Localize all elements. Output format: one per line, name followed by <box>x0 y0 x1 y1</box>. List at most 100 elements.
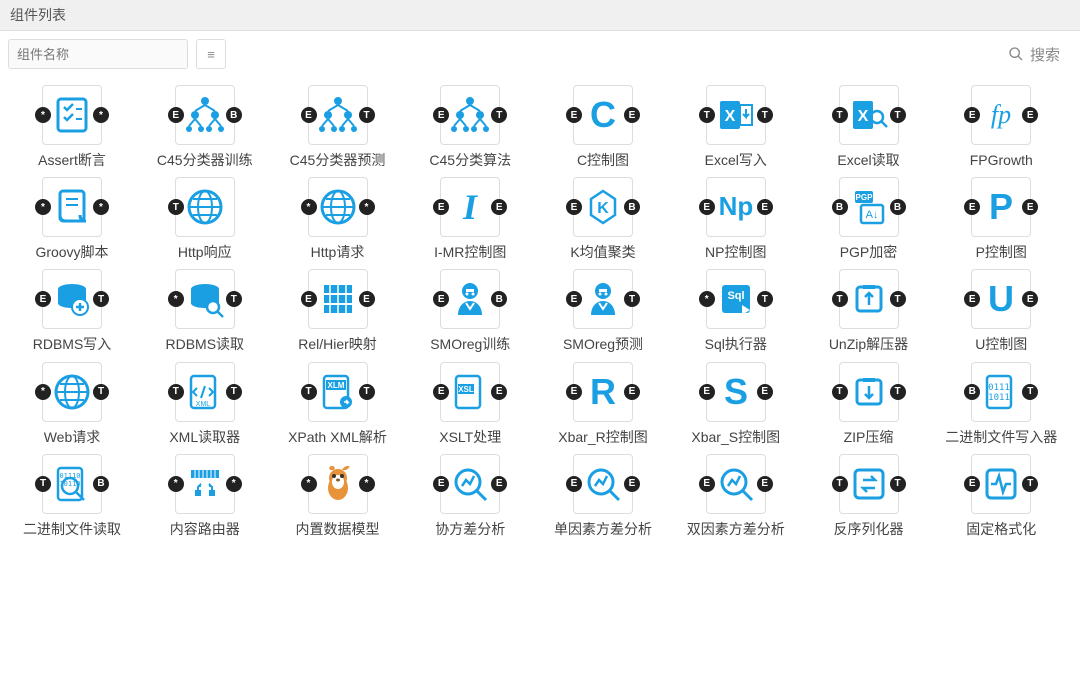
component-label: 二进制文件写入器 <box>941 428 1061 446</box>
port-badge-left: T <box>699 107 715 123</box>
component-item[interactable]: BBPGP加密 <box>809 177 929 261</box>
component-item[interactable]: TB二进制文件读取 <box>12 454 132 538</box>
filter-button[interactable]: ≡ <box>196 39 226 69</box>
component-item[interactable]: **Http请求 <box>278 177 398 261</box>
component-item[interactable]: TTExcel读取 <box>809 85 929 169</box>
component-label: FPGrowth <box>941 151 1061 169</box>
port-badge-left: E <box>566 291 582 307</box>
component-item[interactable]: EB SMOreg训练 <box>410 269 530 353</box>
globe-icon: ** <box>308 177 368 237</box>
port-badge-right: E <box>359 291 375 307</box>
component-label: I-MR控制图 <box>410 243 530 261</box>
port-badge-right: * <box>359 199 375 215</box>
component-item[interactable]: EE双因素方差分析 <box>676 454 796 538</box>
port-badge-left: E <box>964 291 980 307</box>
component-label: XML读取器 <box>145 428 265 446</box>
component-item[interactable]: **内置数据模型 <box>278 454 398 538</box>
port-badge-right: T <box>359 384 375 400</box>
port-badge-left: * <box>35 384 51 400</box>
port-badge-left: * <box>699 291 715 307</box>
port-badge-left: B <box>964 384 980 400</box>
component-label: K均值聚类 <box>543 243 663 261</box>
port-badge-left: E <box>964 476 980 492</box>
component-item[interactable]: ETRDBMS写入 <box>12 269 132 353</box>
component-item[interactable]: TT反序列化器 <box>809 454 929 538</box>
component-item[interactable]: *TWeb请求 <box>12 362 132 446</box>
component-item[interactable]: ET固定格式化 <box>941 454 1061 538</box>
component-item[interactable]: EBK均值聚类 <box>543 177 663 261</box>
port-badge-right: E <box>757 199 773 215</box>
component-label: Excel读取 <box>809 151 929 169</box>
component-label: RDBMS读取 <box>145 335 265 353</box>
component-item[interactable]: **内容路由器 <box>145 454 265 538</box>
port-badge-left: T <box>832 107 848 123</box>
component-label: 固定格式化 <box>941 520 1061 538</box>
letter-c-icon: EE <box>573 85 633 145</box>
component-item[interactable]: TTZIP压缩 <box>809 362 929 446</box>
component-item[interactable]: EE FPGrowth <box>941 85 1061 169</box>
component-item[interactable]: TTXML读取器 <box>145 362 265 446</box>
letter-s-icon: EE <box>706 362 766 422</box>
component-item[interactable]: *TSql执行器 <box>676 269 796 353</box>
port-badge-right: E <box>1022 199 1038 215</box>
component-label: Xbar_S控制图 <box>676 428 796 446</box>
component-label: PGP加密 <box>809 243 929 261</box>
component-item[interactable]: TTXPath XML解析 <box>278 362 398 446</box>
component-item[interactable]: EEXSLT处理 <box>410 362 530 446</box>
component-item[interactable]: **Assert断言 <box>12 85 132 169</box>
port-badge-right: T <box>624 291 640 307</box>
component-item[interactable]: BT二进制文件写入器 <box>941 362 1061 446</box>
port-badge-left: E <box>699 199 715 215</box>
xlm-icon: TT <box>308 362 368 422</box>
component-label: SMOreg训练 <box>410 335 530 353</box>
component-label: XPath XML解析 <box>278 428 398 446</box>
port-badge-right: E <box>624 384 640 400</box>
component-item[interactable]: TTUnZip解压器 <box>809 269 929 353</box>
np-icon: EE <box>706 177 766 237</box>
component-label: 内置数据模型 <box>278 520 398 538</box>
component-item[interactable]: ETC45分类算法 <box>410 85 530 169</box>
letter-p-icon: EE <box>971 177 1031 237</box>
letter-u-icon: EE <box>971 269 1031 329</box>
port-badge-right: T <box>226 384 242 400</box>
port-badge-right: * <box>93 199 109 215</box>
component-item[interactable]: **Groovy脚本 <box>12 177 132 261</box>
globe-icon: *T <box>42 362 102 422</box>
search-button[interactable]: 搜索 <box>1008 44 1072 65</box>
component-item[interactable]: EE U控制图 <box>941 269 1061 353</box>
component-label: UnZip解压器 <box>809 335 929 353</box>
component-item[interactable]: ETC45分类器预测 <box>278 85 398 169</box>
xsl-icon: EE <box>440 362 500 422</box>
tree-icon: EB <box>175 85 235 145</box>
component-item[interactable]: EE单因素方差分析 <box>543 454 663 538</box>
component-item[interactable]: EEI-MR控制图 <box>410 177 530 261</box>
component-item[interactable]: ETSMOreg预测 <box>543 269 663 353</box>
component-item[interactable]: EEC控制图 <box>543 85 663 169</box>
port-badge-right: T <box>890 291 906 307</box>
component-item[interactable]: EBC45分类器训练 <box>145 85 265 169</box>
port-badge-right: E <box>1022 107 1038 123</box>
port-badge-right: T <box>890 384 906 400</box>
port-badge-right: T <box>757 291 773 307</box>
component-item[interactable]: TTExcel写入 <box>676 85 796 169</box>
port-badge-left: * <box>168 476 184 492</box>
person-icon: ET <box>573 269 633 329</box>
port-badge-right: T <box>890 476 906 492</box>
component-item[interactable]: EEP控制图 <box>941 177 1061 261</box>
port-badge-right: T <box>93 384 109 400</box>
port-badge-left: T <box>301 384 317 400</box>
component-item[interactable]: EEXbar_R控制图 <box>543 362 663 446</box>
component-item[interactable]: EERel/Hier映射 <box>278 269 398 353</box>
component-item[interactable]: EE Xbar_S控制图 <box>676 362 796 446</box>
zip-icon: TT <box>839 362 899 422</box>
component-item[interactable]: *TRDBMS读取 <box>145 269 265 353</box>
component-item[interactable]: EENP控制图 <box>676 177 796 261</box>
component-label: 反序列化器 <box>809 520 929 538</box>
component-name-input[interactable] <box>8 39 188 69</box>
component-item[interactable]: EE协方差分析 <box>410 454 530 538</box>
component-label: Assert断言 <box>12 151 132 169</box>
person-icon: EB <box>440 269 500 329</box>
fp-icon: EE <box>971 85 1031 145</box>
component-item[interactable]: THttp响应 <box>145 177 265 261</box>
component-label: U控制图 <box>941 335 1061 353</box>
